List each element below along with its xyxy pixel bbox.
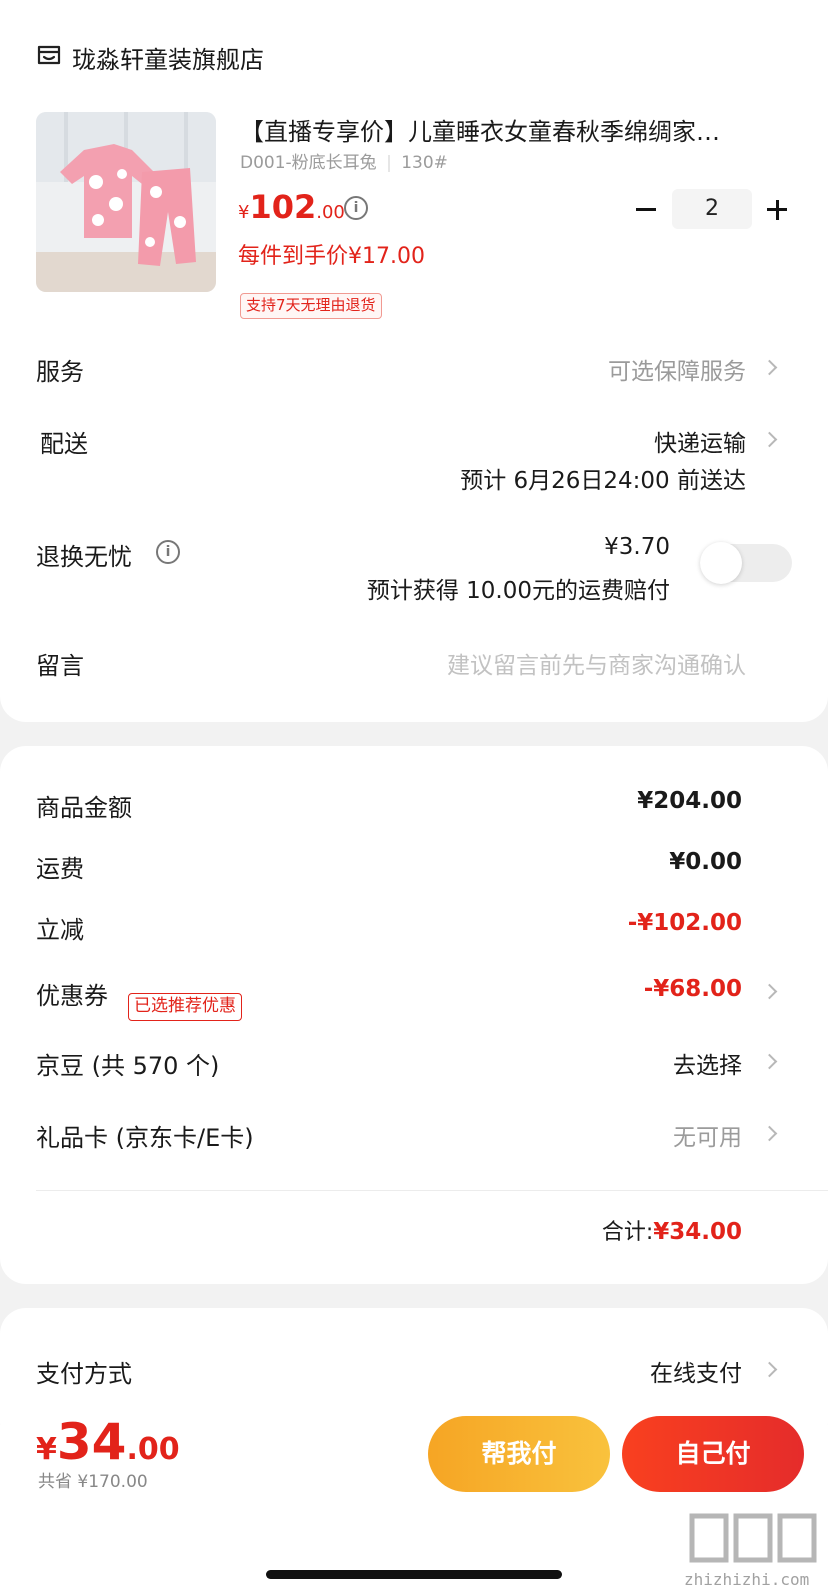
checkout-amount: ¥34.00 — [36, 1413, 180, 1471]
service-value[interactable]: 可选保障服务 — [608, 352, 746, 386]
total-row: 合计:¥34.00 — [602, 1214, 742, 1246]
coupon-chevron-icon[interactable] — [761, 983, 778, 1000]
return-worry-info-icon[interactable]: i — [156, 540, 180, 564]
watermark: zhizhizhi.com — [684, 1508, 824, 1589]
store-name[interactable]: 珑淼轩童装旗舰店 — [72, 40, 264, 75]
product-spec[interactable]: D001-粉底长耳兔 | 130# — [240, 148, 448, 173]
payment-method-label: 支付方式 — [36, 1360, 132, 1388]
coupon-recommended-tag: 已选推荐优惠 — [128, 993, 242, 1021]
goods-amount-label: 商品金额 — [36, 794, 132, 822]
return-worry-price: ¥3.70 — [604, 534, 670, 560]
product-price: ¥102.00 — [238, 188, 345, 226]
note-input[interactable]: 建议留言前先与商家沟通确认 — [447, 646, 746, 680]
return-worry-toggle[interactable] — [700, 542, 792, 584]
total-value: ¥34.00 — [653, 1219, 742, 1245]
product-title[interactable]: 【直播专享价】儿童睡衣女童春秋季绵绸家… — [240, 112, 780, 147]
help-pay-button[interactable]: 帮我付 — [428, 1416, 610, 1492]
order-card: 珑淼轩童装旗舰店 【直播专享价】儿童睡衣女童春秋季绵绸家… D001-粉底长耳兔… — [0, 0, 828, 722]
decrease-quantity-button[interactable] — [636, 208, 656, 211]
delivery-eta: 预计 6月26日24:00 前送达 — [460, 468, 746, 494]
jingdou-chevron-icon[interactable] — [761, 1053, 778, 1070]
giftcard-chevron-icon[interactable] — [761, 1125, 778, 1142]
service-label: 服务 — [36, 358, 84, 386]
product-image[interactable] — [36, 112, 216, 292]
delivery-value[interactable]: 快递运输 — [654, 424, 746, 458]
payment-method-value[interactable]: 在线支付 — [650, 1354, 742, 1388]
saved-amount: 共省 ¥170.00 — [38, 1472, 148, 1492]
jingdou-label: 京豆 (共 570 个) — [36, 1052, 220, 1080]
watermark-text: zhizhizhi.com — [684, 1570, 810, 1589]
note-label: 留言 — [36, 652, 84, 680]
return-worry-label: 退换无忧 — [36, 543, 132, 571]
store-icon — [36, 42, 62, 68]
product-spec-name: D001-粉底长耳兔 — [240, 153, 377, 173]
quantity-input[interactable]: 2 — [672, 189, 752, 229]
coupon-label: 优惠券 — [36, 982, 108, 1010]
home-indicator[interactable] — [266, 1570, 562, 1579]
discount-label: 立减 — [36, 916, 84, 944]
total-label: 合计: — [601, 1220, 654, 1245]
summary-divider — [36, 1190, 828, 1191]
giftcard-value[interactable]: 无可用 — [673, 1118, 742, 1152]
jingdou-value[interactable]: 去选择 — [673, 1046, 742, 1080]
goods-amount-value: ¥204.00 — [637, 788, 742, 814]
giftcard-label: 礼品卡 (京东卡/E卡) — [36, 1124, 254, 1152]
price-info-icon[interactable]: i — [344, 196, 368, 220]
unit-price: 每件到手价¥17.00 — [238, 244, 425, 269]
self-pay-button[interactable]: 自己付 — [622, 1416, 804, 1492]
shipping-label: 运费 — [36, 855, 84, 883]
discount-value: -¥102.00 — [627, 910, 742, 936]
price-summary-card: 商品金额 ¥204.00 运费 ¥0.00 立减 -¥102.00 优惠券 已选… — [0, 746, 828, 1284]
payment-chevron-icon[interactable] — [761, 1361, 778, 1378]
shipping-value: ¥0.00 — [669, 849, 742, 875]
service-chevron-icon[interactable] — [761, 359, 778, 376]
return-worry-desc: 预计获得 10.00元的运费赔付 — [366, 578, 670, 604]
return-policy-tag: 支持7天无理由退货 — [240, 293, 382, 319]
product-size: 130# — [401, 153, 448, 173]
toggle-knob — [700, 542, 742, 584]
delivery-chevron-icon[interactable] — [761, 431, 778, 448]
delivery-label: 配送 — [40, 430, 88, 458]
coupon-value[interactable]: -¥68.00 — [644, 976, 742, 1002]
